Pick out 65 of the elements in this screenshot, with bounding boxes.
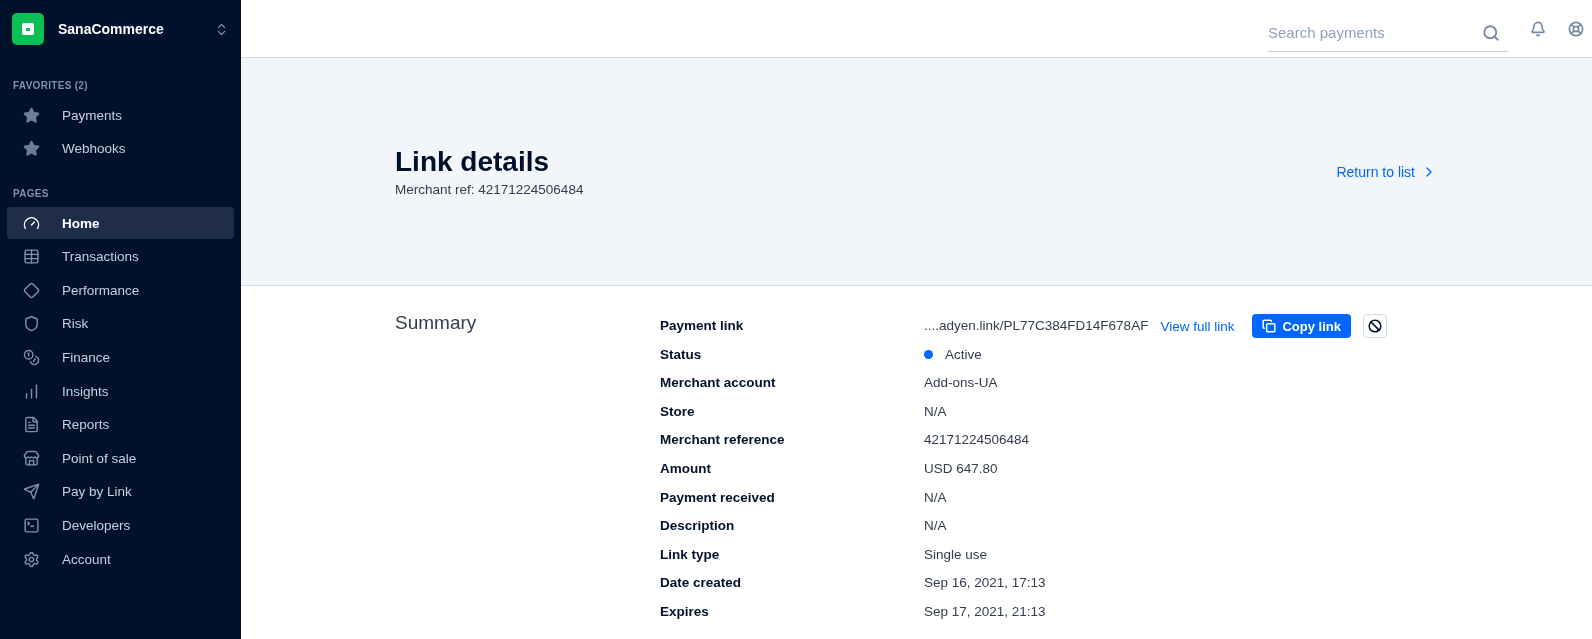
nav-item[interactable]: Webhooks bbox=[62, 141, 126, 157]
field-label: Payment link bbox=[660, 317, 745, 335]
search-field[interactable]: Search payments bbox=[1268, 13, 1508, 52]
nav-item[interactable]: Account bbox=[7, 543, 234, 576]
field-value: Sep 16, 2021, 17:13 bbox=[924, 574, 1046, 593]
nav-item[interactable]: Point of sale bbox=[7, 442, 234, 475]
disable-button[interactable] bbox=[1362, 314, 1387, 339]
prohibited-icon bbox=[1367, 319, 1382, 334]
field-value: Single use bbox=[924, 545, 988, 564]
merchant-ref: Merchant ref: 42171224506484 bbox=[395, 182, 584, 197]
diamond-icon bbox=[23, 281, 40, 299]
field-label: Merchant account bbox=[660, 374, 777, 393]
star-icon bbox=[23, 106, 40, 124]
nav-item[interactable]: Finance bbox=[7, 341, 234, 374]
search-icon[interactable] bbox=[1482, 23, 1500, 42]
star-icon bbox=[23, 140, 40, 158]
nav-item[interactable]: Home bbox=[7, 207, 234, 240]
coins-icon bbox=[23, 349, 40, 367]
field-label: Payment received bbox=[660, 488, 776, 507]
section-heading: FAVORITES (2) bbox=[12, 80, 89, 91]
document-icon bbox=[23, 416, 40, 434]
field-value: USD 647.80 bbox=[924, 459, 998, 478]
section-heading: PAGES bbox=[12, 188, 50, 200]
field-value: Active bbox=[945, 345, 982, 364]
field-value: 42171224506484 bbox=[924, 431, 1030, 450]
nav-item[interactable]: Risk bbox=[7, 307, 234, 340]
paper-plane-icon bbox=[23, 483, 40, 501]
copy-button[interactable]: Copy link bbox=[1252, 314, 1351, 339]
field-label: Status bbox=[660, 345, 703, 364]
nav-item[interactable]: Payments bbox=[62, 107, 123, 123]
view-link[interactable]: View full link bbox=[1160, 318, 1235, 334]
nav-item[interactable]: Pay by Link bbox=[7, 475, 234, 508]
table-icon bbox=[23, 248, 40, 266]
field-label: Link type bbox=[660, 545, 721, 564]
help-icon[interactable] bbox=[1568, 20, 1584, 37]
logo-icon bbox=[12, 13, 44, 45]
nav-item[interactable]: Reports bbox=[7, 408, 234, 441]
field-label: Description bbox=[660, 517, 736, 536]
copy-icon bbox=[1262, 319, 1277, 334]
field-value: N/A bbox=[924, 517, 947, 536]
nav-item[interactable]: Transactions bbox=[7, 240, 234, 273]
field-value: Sep 17, 2021, 21:13 bbox=[924, 602, 1046, 621]
field-label: Merchant reference bbox=[660, 431, 786, 450]
terminal-icon bbox=[23, 517, 40, 535]
return-link[interactable]: Return to list bbox=[1336, 163, 1437, 180]
settings-icon bbox=[23, 550, 40, 568]
field-label: Expires bbox=[660, 602, 710, 621]
field-value: N/A bbox=[924, 488, 947, 507]
bar-chart-icon bbox=[23, 382, 40, 400]
field-label: Store bbox=[660, 402, 696, 421]
field-value: N/A bbox=[924, 402, 947, 421]
account-name: SanaCommerce bbox=[58, 21, 165, 37]
shield-icon bbox=[23, 315, 40, 333]
field-value: Add-ons-UA bbox=[924, 374, 998, 393]
gauge-icon bbox=[23, 214, 40, 232]
nav-item[interactable]: Developers bbox=[7, 509, 234, 542]
page-title: Link details bbox=[395, 146, 551, 178]
bell-icon[interactable] bbox=[1530, 20, 1546, 37]
section-title: Summary bbox=[395, 312, 478, 335]
field-label: Date created bbox=[660, 574, 743, 593]
nav-item[interactable]: Performance bbox=[7, 274, 234, 307]
store-icon bbox=[23, 449, 40, 467]
field-value: ....adyen.link/PL77C384FD14F678AF bbox=[924, 317, 1149, 335]
field-label: Amount bbox=[660, 459, 712, 478]
nav-item[interactable]: Insights bbox=[7, 375, 234, 408]
